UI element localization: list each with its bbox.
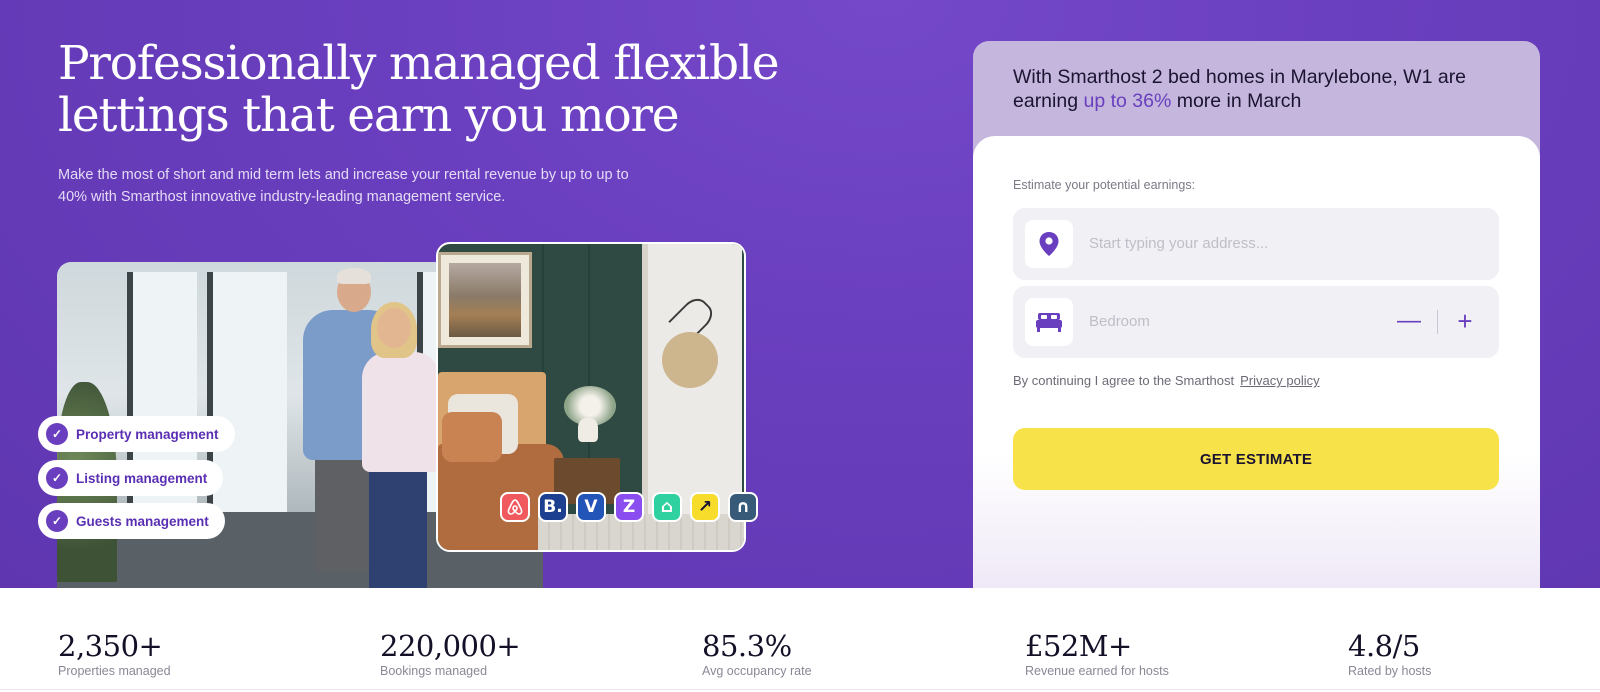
stat-rating: 4.8/5 Rated by hosts [1348,630,1431,678]
stat-label: Avg occupancy rate [702,664,812,678]
bedroom-field[interactable]: Bedroom — + [1013,286,1499,358]
z-platform-logo: Z [614,492,644,522]
stat-occupancy: 85.3% Avg occupancy rate [702,630,812,678]
stepper-divider [1437,310,1438,334]
check-icon: ✓ [46,467,68,489]
service-pill-listing: ✓ Listing management [38,460,224,496]
n-platform-logo: ∩ [728,492,758,522]
stat-revenue: £52M+ Revenue earned for hosts [1025,630,1169,678]
get-estimate-button[interactable]: GET ESTIMATE [1013,428,1499,490]
bedroom-input[interactable]: Bedroom [1089,313,1150,330]
airbnb-logo [500,492,530,522]
privacy-policy-link[interactable]: Privacy policy [1240,373,1319,388]
hero-section: Professionally managed flexible lettings… [0,0,1600,588]
service-pill-guests: ✓ Guests management [38,503,225,539]
check-icon: ✓ [46,423,68,445]
divider [0,689,1600,690]
bed-icon [1025,298,1073,346]
stat-label: Properties managed [58,664,171,678]
stat-properties: 2,350+ Properties managed [58,630,171,678]
service-label: Listing management [76,470,208,486]
service-label: Property management [76,426,219,442]
stat-value: 220,000+ [380,629,521,663]
hero-title: Professionally managed flexible lettings… [58,36,780,143]
service-label: Guests management [76,513,209,529]
address-field[interactable]: Start typing your address... [1013,208,1499,280]
estimate-headline: With Smarthost 2 bed homes in Marylebone… [1013,66,1467,112]
stat-label: Bookings managed [380,664,488,678]
decrement-button[interactable]: — [1395,308,1423,336]
stat-label: Rated by hosts [1348,664,1432,678]
service-pill-property: ✓ Property management [38,416,235,452]
address-input[interactable]: Start typing your address... [1089,235,1268,252]
estimate-label: Estimate your potential earnings: [1013,178,1196,192]
stat-value: 85.3% [702,629,792,663]
location-pin-icon [1025,220,1073,268]
arrow-platform-logo: ↗ [690,492,720,522]
stat-label: Revenue earned for hosts [1025,664,1169,678]
stat-value: £52M+ [1025,629,1132,663]
stat-value: 2,350+ [58,629,163,663]
earnings-highlight: up to 36% [1083,90,1172,112]
check-icon: ✓ [46,510,68,532]
stat-bookings: 220,000+ Bookings managed [380,629,521,678]
booking-logo: B. [538,492,568,522]
home-platform-logo: ⌂ [652,492,682,522]
vrbo-logo: V [576,492,606,522]
estimate-form: Estimate your potential earnings: Start … [973,136,1540,588]
stat-value: 4.8/5 [1348,629,1420,663]
hero-subtitle: Make the most of short and mid term lets… [58,167,629,205]
increment-button[interactable]: + [1451,308,1479,336]
consent-text: By continuing I agree to the Smarthost Pr… [1013,373,1320,388]
